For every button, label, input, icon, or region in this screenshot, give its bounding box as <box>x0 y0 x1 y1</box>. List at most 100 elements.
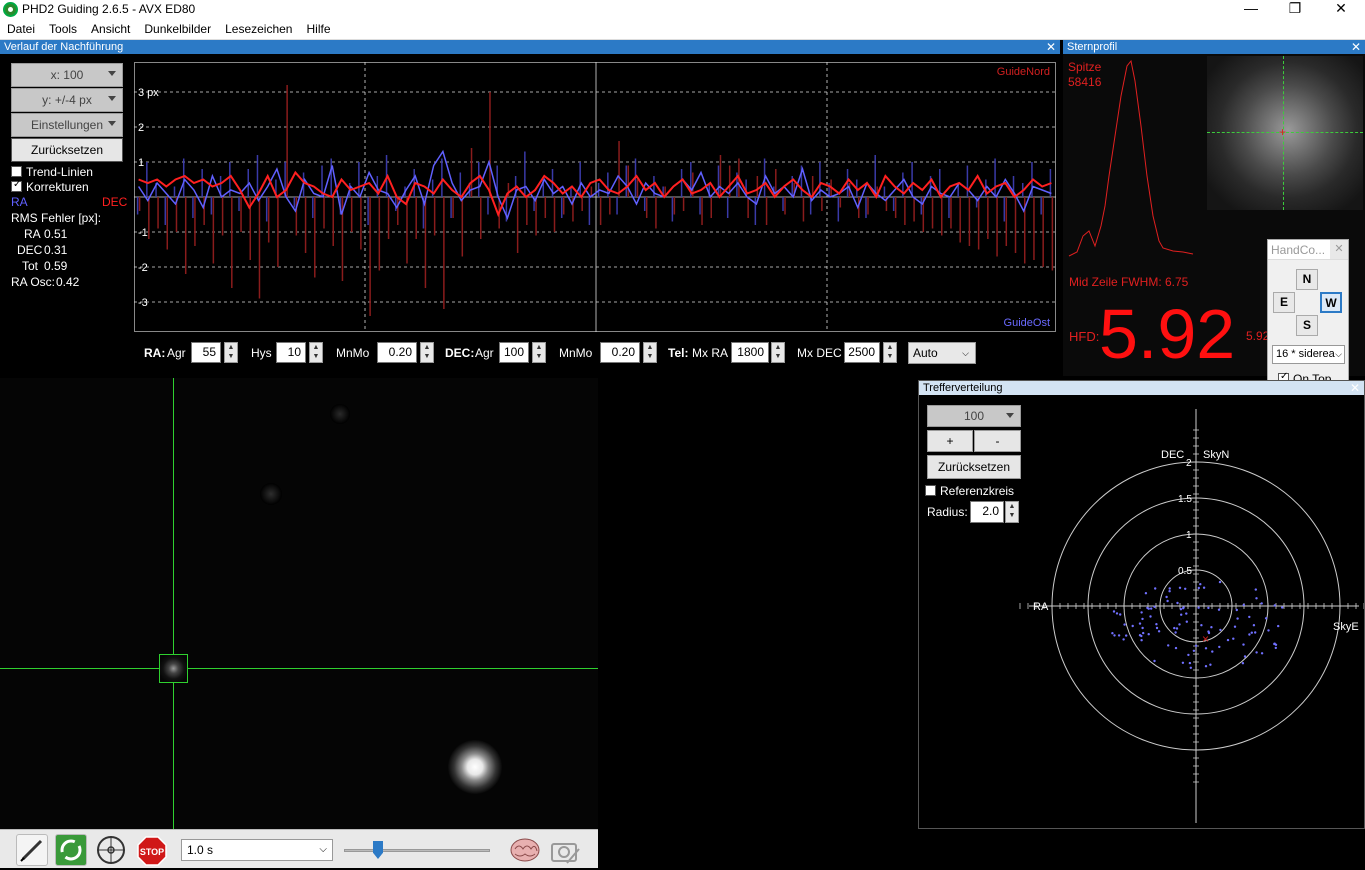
menu-ansicht[interactable]: Ansicht <box>84 20 137 38</box>
rms-dec-label: DEC <box>17 243 43 257</box>
loop-icon[interactable] <box>55 834 87 866</box>
reference-circle-checkbox[interactable]: Referenzkreis <box>925 484 1014 498</box>
scatter-point <box>1188 661 1192 665</box>
scatter-point <box>1153 659 1156 663</box>
scatter-panel-title: Trefferverteilung ✕ <box>919 381 1364 395</box>
chevron-down-icon <box>108 121 116 126</box>
menu-lesezeichen[interactable]: Lesezeichen <box>218 20 299 38</box>
scatter-point <box>1174 631 1177 634</box>
max-ra-spinner[interactable]: ▲ ▼ <box>771 342 785 363</box>
chevron-down-icon <box>1006 413 1014 418</box>
camera-settings-icon[interactable] <box>548 834 580 866</box>
chevron-down-icon <box>108 96 116 101</box>
max-ra-input[interactable]: 1800 <box>731 342 769 363</box>
ra-minmove-spinner[interactable]: ▲ ▼ <box>420 342 434 363</box>
slider-track <box>344 849 490 852</box>
scatter-point <box>1182 606 1185 609</box>
corrections-checkbox-box[interactable] <box>11 179 22 192</box>
pencil-icon[interactable] <box>16 834 48 866</box>
radius-spinner[interactable]: ▲ ▼ <box>1005 501 1019 523</box>
graph-y-tick-label: -1 <box>138 227 148 239</box>
scatter-point <box>1167 644 1170 647</box>
max-dec-spinner[interactable]: ▲ ▼ <box>883 342 897 363</box>
scatter-point <box>1180 613 1183 616</box>
minimize-button[interactable]: — <box>1228 0 1274 20</box>
scatter-point <box>1173 626 1176 630</box>
menu-dunkelbilder[interactable]: Dunkelbilder <box>137 20 218 38</box>
ra-hysteresis-spinner[interactable]: ▲ ▼ <box>309 342 323 363</box>
scatter-point <box>1175 627 1179 630</box>
maximize-button[interactable]: ❐ <box>1272 0 1318 20</box>
x-scale-dropdown[interactable]: x: 100 <box>11 63 123 87</box>
scatter-reset-button[interactable]: Zurücksetzen <box>927 455 1021 479</box>
guide-star-box[interactable] <box>159 654 188 683</box>
camera-image[interactable] <box>0 378 598 829</box>
scatter-count-dropdown[interactable]: 100 <box>927 405 1021 427</box>
scatter-point <box>1254 631 1257 634</box>
slew-rate-dropdown[interactable]: 16 * siderea ⌵ <box>1272 345 1345 364</box>
menu-datei[interactable]: Datei <box>0 20 42 38</box>
scatter-point <box>1235 608 1238 612</box>
rms-ra-value: 0.51 <box>44 227 68 241</box>
brain-icon[interactable] <box>508 834 540 866</box>
guide-graph-chart: 3 px 2 1 -1 -2 -3 GuideNord GuideOst <box>134 62 1056 332</box>
scatter-point <box>1123 623 1126 626</box>
scatter-close-icon[interactable]: ✕ <box>1350 381 1360 395</box>
scatter-point <box>1179 608 1183 611</box>
scatter-point <box>1243 655 1247 658</box>
scatter-point <box>1147 633 1150 636</box>
gamma-slider[interactable] <box>338 839 498 861</box>
ra-minmove-input[interactable]: 0.20 <box>377 342 417 363</box>
scatter-point <box>1140 634 1143 638</box>
trend-lines-checkbox[interactable]: Trend-Linien <box>11 165 93 179</box>
y-scale-dropdown[interactable]: y: +/-4 px <box>11 88 123 112</box>
reference-circle-checkbox-box[interactable] <box>925 485 936 496</box>
ra-hysteresis-input[interactable]: 10 <box>276 342 306 363</box>
scatter-point <box>1187 653 1190 657</box>
scatter-point <box>1210 626 1213 629</box>
south-button[interactable]: S <box>1296 315 1318 336</box>
guide-crosshair-icon[interactable] <box>95 834 127 866</box>
dec-minmove-spinner[interactable]: ▲ ▼ <box>643 342 657 363</box>
exposure-dropdown[interactable]: 1.0 s ⌵ <box>181 839 333 861</box>
ra-aggression-spinner[interactable]: ▲ ▼ <box>224 342 238 363</box>
bright-star <box>448 740 502 794</box>
crosshair-horizontal <box>0 668 598 669</box>
slider-thumb[interactable] <box>373 841 383 859</box>
radius-input[interactable]: 2.0 <box>970 501 1004 523</box>
guide-graph-close-icon[interactable]: ✕ <box>1046 40 1056 54</box>
star-thumbnail: + <box>1207 56 1363 210</box>
stop-icon[interactable]: STOP <box>135 834 167 866</box>
dec-agr-label: Agr <box>475 346 494 360</box>
ra-aggression-input[interactable]: 55 <box>191 342 221 363</box>
scatter-point <box>1150 607 1153 610</box>
window-title: PHD2 Guiding 2.6.5 - AVX ED80 <box>22 2 196 16</box>
zoom-out-button[interactable]: - <box>974 430 1021 452</box>
west-button[interactable]: W <box>1320 292 1342 313</box>
scatter-point <box>1204 647 1208 650</box>
scatter-point <box>1200 624 1203 627</box>
hand-control-close-icon[interactable]: ✕ <box>1330 240 1348 259</box>
dec-aggression-spinner[interactable]: ▲ ▼ <box>532 342 546 363</box>
dec-aggression-input[interactable]: 100 <box>499 342 529 363</box>
east-button[interactable]: E <box>1273 292 1295 313</box>
trend-checkbox-box[interactable] <box>11 166 22 177</box>
menu-hilfe[interactable]: Hilfe <box>299 20 337 38</box>
dec-minmove-input[interactable]: 0.20 <box>600 342 640 363</box>
star-profile-close-icon[interactable]: ✕ <box>1351 40 1361 54</box>
close-button[interactable]: ✕ <box>1318 0 1364 20</box>
faint-star <box>260 483 282 505</box>
scatter-point <box>1204 665 1208 668</box>
north-button[interactable]: N <box>1296 269 1318 290</box>
crosshair-vertical <box>173 378 174 829</box>
zoom-in-button[interactable]: + <box>927 430 973 452</box>
scatter-point <box>1273 604 1276 607</box>
menu-tools[interactable]: Tools <box>42 20 84 38</box>
settings-dropdown[interactable]: Einstellungen <box>11 113 123 137</box>
max-dec-input[interactable]: 2500 <box>844 342 880 363</box>
graph-reset-button[interactable]: Zurücksetzen <box>11 138 123 162</box>
dec-guide-mode-dropdown[interactable]: Auto ⌵ <box>908 342 976 364</box>
ra-osc-value: 0.42 <box>56 275 80 289</box>
profile-line <box>1068 59 1194 257</box>
corrections-checkbox[interactable]: Korrekturen <box>11 179 89 194</box>
